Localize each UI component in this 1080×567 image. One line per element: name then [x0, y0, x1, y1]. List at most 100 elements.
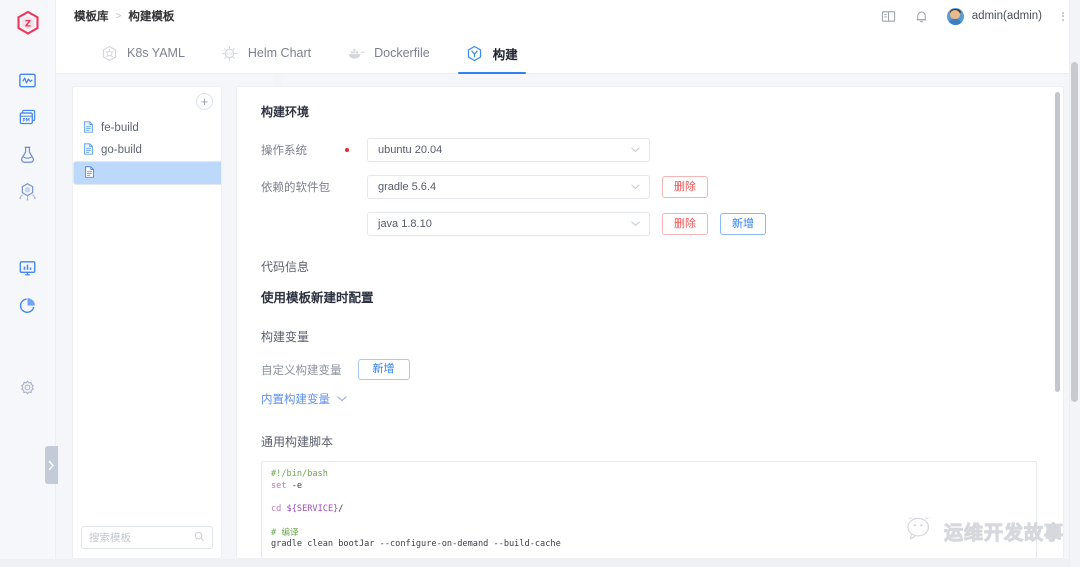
list-item-label: go-build — [101, 144, 142, 156]
rail-icon-list: PM — [0, 64, 55, 409]
breadcrumb-root[interactable]: 模板库 — [74, 8, 109, 24]
search-input[interactable] — [89, 531, 194, 544]
chevron-right-icon — [48, 460, 54, 470]
sidebar-item-settings[interactable] — [0, 372, 56, 409]
content-body: + fe-build go-build 搜索模板 构建环境 操作系统 ubunt… — [56, 74, 1080, 567]
list-item-label: fe-build — [101, 122, 139, 134]
build-script-code[interactable]: #!/bin/bash set -e cd ${SERVICE}/ # 编译 g… — [262, 462, 1036, 558]
template-file-panel: + fe-build go-build 搜索模板 — [72, 86, 222, 559]
section-title-script: 通用构建脚本 — [261, 435, 334, 449]
cards-stack-pm-icon: PM — [18, 108, 37, 132]
sidebar-item-delivery-cube[interactable] — [0, 175, 56, 212]
code-line: gradle clean bootJar --configure-on-dema… — [271, 539, 561, 550]
svg-text:Z: Z — [24, 20, 30, 30]
sidebar-item-chart-monitor[interactable] — [0, 252, 56, 289]
package-select-1[interactable]: gradle 5.6.4 — [367, 175, 650, 199]
file-icon — [83, 142, 94, 158]
chevron-down-icon — [631, 219, 640, 229]
code-line: cd ${SERVICE}/ — [271, 504, 344, 515]
tab-build[interactable]: 构建 — [448, 32, 536, 74]
template-file-list: fe-build go-build — [73, 115, 221, 519]
sidebar-item-test-flask[interactable] — [0, 138, 56, 175]
packages-label: 依赖的软件包 — [261, 182, 330, 194]
file-panel-header: + — [73, 87, 221, 115]
file-icon — [83, 120, 94, 136]
code-line: set -e — [271, 480, 303, 491]
avatar — [946, 7, 964, 25]
os-select-value: ubuntu 20.04 — [378, 144, 443, 156]
book-doc-icon[interactable] — [881, 9, 896, 24]
search-icon[interactable] — [194, 529, 205, 547]
custom-vars-label: 自定义构建变量 — [261, 364, 342, 377]
package-select-2[interactable]: java 1.8.10 — [367, 212, 650, 236]
more-vertical-icon[interactable] — [1060, 10, 1066, 23]
page-scrollbar-thumb[interactable] — [1071, 62, 1078, 402]
list-item-selected[interactable]: java-build — [73, 161, 221, 185]
flask-test-icon — [18, 145, 37, 169]
form-row-package-1: 依赖的软件包 gradle 5.6.4 删除 — [261, 175, 1039, 199]
sidebar-item-project-cards[interactable]: PM — [0, 101, 56, 138]
file-panel-footer — [73, 519, 221, 558]
required-dot — [345, 148, 367, 152]
helm-icon: HELM — [221, 44, 239, 62]
add-custom-var-button[interactable]: 新增 — [357, 359, 410, 380]
kubernetes-icon — [100, 44, 118, 62]
docker-whale-icon — [347, 44, 365, 62]
monitor-wave-icon — [18, 71, 37, 95]
chevron-down-icon — [631, 145, 640, 155]
template-type-tabs: K8s YAML HELM Helm Chart Dockerfile 构建 — [56, 32, 1080, 74]
delete-package-button-2[interactable]: 删除 — [662, 213, 708, 235]
os-select[interactable]: ubuntu 20.04 — [367, 138, 650, 162]
app-root: Z PM 模板库 > 构建模板 admin(admin) K8s YAML HE… — [0, 0, 1080, 567]
file-icon — [84, 165, 95, 181]
form-row-os: 操作系统 ubuntu 20.04 — [261, 138, 1039, 162]
package-select-value: gradle 5.6.4 — [378, 181, 437, 193]
tab-label: Helm Chart — [247, 46, 312, 60]
bottom-strip — [0, 559, 1080, 567]
notification-bell-icon[interactable] — [914, 9, 929, 24]
build-script-editor[interactable]: #!/bin/bash set -e cd ${SERVICE}/ # 编译 g… — [261, 461, 1037, 558]
tab-k8s-yaml[interactable]: K8s YAML — [82, 32, 203, 74]
custom-vars-row: 自定义构建变量 新增 — [261, 359, 1039, 380]
list-item[interactable]: go-build — [73, 139, 221, 161]
tab-dockerfile[interactable]: Dockerfile — [329, 32, 448, 74]
form-scroll-thumb[interactable] — [1055, 92, 1060, 392]
page-scrollbar-track[interactable] — [1069, 0, 1080, 567]
tab-helm-chart[interactable]: HELM Helm Chart — [203, 32, 329, 74]
form-row-package-2: java 1.8.10 删除 新增 — [261, 212, 1039, 236]
breadcrumb-current: 构建模板 — [128, 11, 175, 23]
form-content: 构建环境 操作系统 ubuntu 20.04 依赖的软件包 gradle 5.6… — [237, 87, 1063, 558]
collapse-panel-handle[interactable] — [45, 446, 58, 484]
chevron-down-icon — [631, 182, 640, 192]
build-hex-icon — [466, 44, 484, 62]
header-actions: admin(admin) — [881, 7, 1066, 25]
tab-label: 构建 — [492, 47, 518, 62]
username-label: admin(admin) — [971, 10, 1042, 22]
code-line: # 编译 — [271, 527, 299, 538]
builtin-vars-toggle[interactable]: 内置构建变量 — [261, 391, 1039, 407]
svg-text:HELM: HELM — [225, 52, 234, 56]
package-select-value: java 1.8.10 — [378, 218, 432, 230]
sidebar-item-monitor-wave[interactable] — [0, 64, 56, 101]
search-template-box[interactable] — [81, 526, 213, 549]
os-label: 操作系统 — [261, 145, 307, 157]
svg-text:PM: PM — [22, 117, 30, 123]
settings-gear-icon — [18, 379, 37, 403]
user-chip[interactable]: admin(admin) — [946, 7, 1042, 25]
breadcrumb-separator: > — [115, 10, 122, 22]
chart-monitor-icon — [18, 259, 37, 283]
tab-label: Dockerfile — [374, 46, 430, 60]
list-item[interactable]: fe-build — [73, 117, 221, 139]
cube-delivery-icon — [18, 182, 37, 206]
pie-chart-icon — [18, 296, 37, 320]
chevron-down-icon — [337, 394, 347, 405]
add-package-button[interactable]: 新增 — [720, 213, 766, 235]
builtin-vars-label: 内置构建变量 — [261, 394, 330, 406]
app-logo-icon[interactable]: Z — [13, 8, 43, 38]
add-template-button[interactable]: + — [196, 92, 213, 110]
breadcrumb: 模板库 > 构建模板 — [74, 8, 174, 24]
sidebar-item-pie-chart[interactable] — [0, 289, 56, 326]
delete-package-button-1[interactable]: 删除 — [662, 176, 708, 198]
section-title-build-env: 构建环境 — [261, 105, 310, 119]
